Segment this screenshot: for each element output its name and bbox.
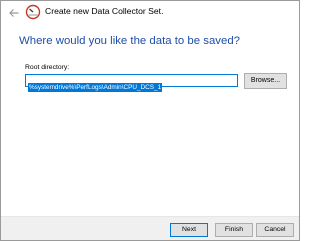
back-arrow-icon[interactable] (8, 6, 20, 18)
finish-button[interactable]: Finish (215, 223, 253, 237)
button-footer: Next Finish Cancel (1, 216, 299, 240)
page-heading: Where would you like the data to be save… (19, 35, 240, 47)
root-directory-label: Root directory: (25, 64, 70, 71)
title-bar: Create new Data Collector Set. (1, 1, 299, 23)
dialog-window: Create new Data Collector Set. Where wou… (0, 0, 300, 241)
browse-button[interactable]: Browse... (244, 73, 287, 89)
cancel-button[interactable]: Cancel (256, 223, 294, 237)
root-directory-input[interactable]: %systemdrive%\PerfLogs\Admin\CPU_DCS_1 (25, 74, 238, 92)
perfmon-icon (25, 4, 41, 20)
root-directory-value: %systemdrive%\PerfLogs\Admin\CPU_DCS_1 (28, 83, 163, 92)
window-title: Create new Data Collector Set. (45, 6, 164, 16)
next-button[interactable]: Next (170, 223, 208, 237)
